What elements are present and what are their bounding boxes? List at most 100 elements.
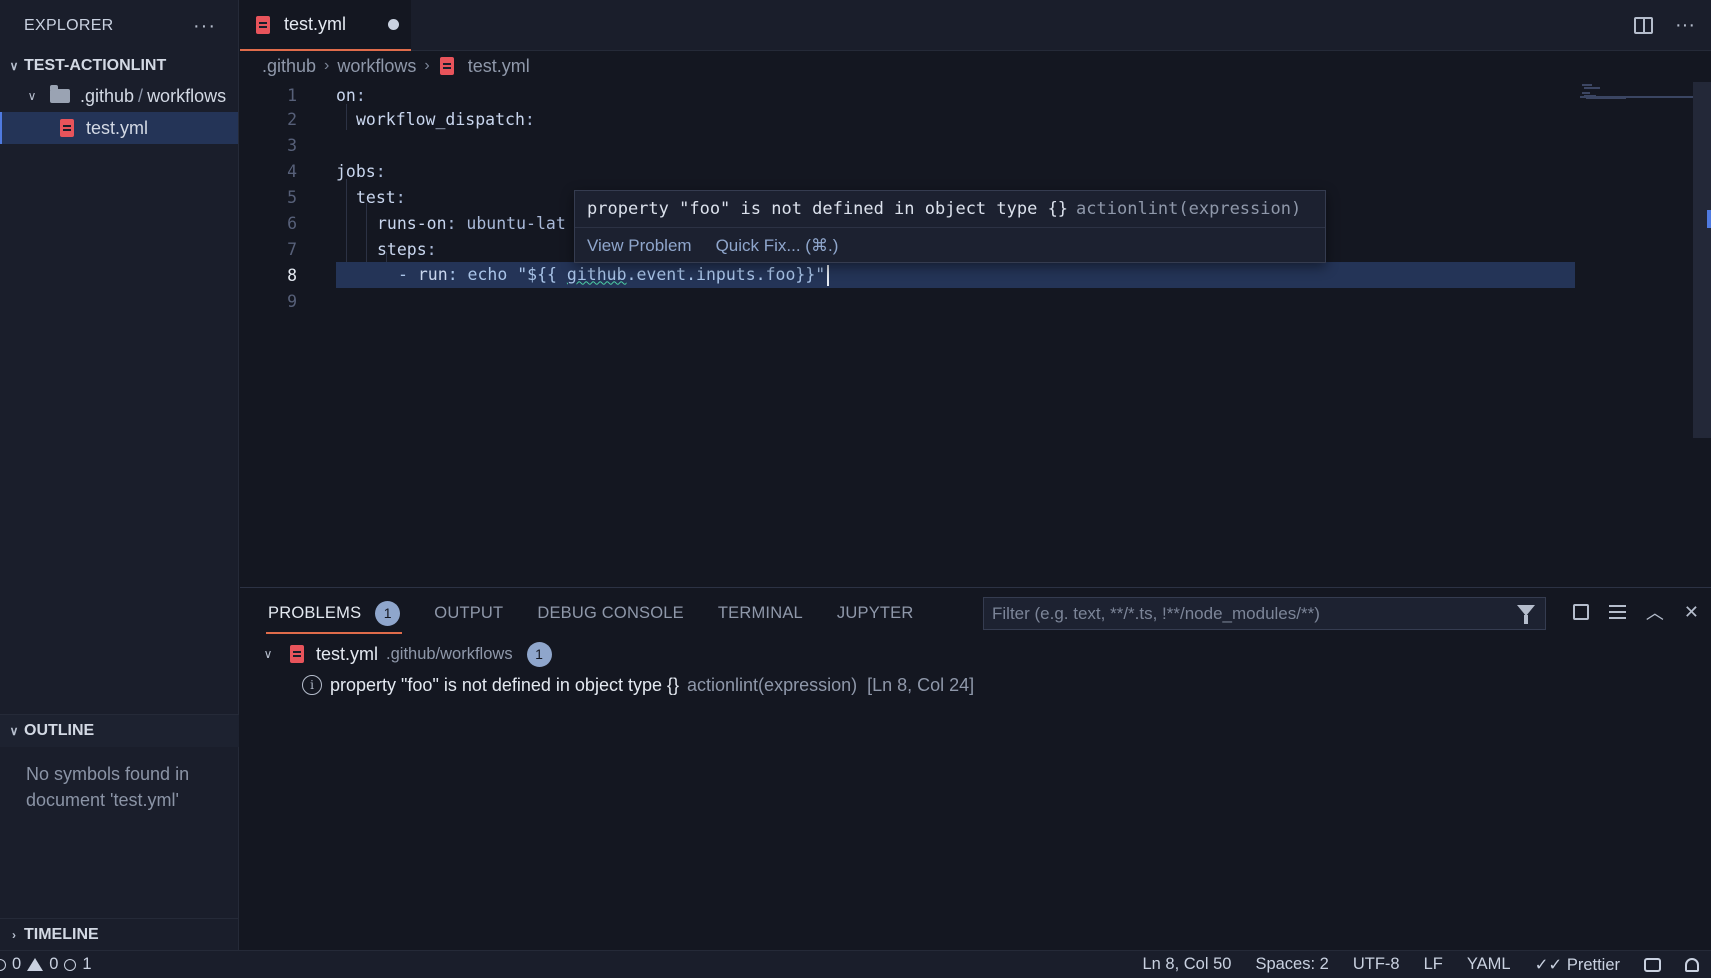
info-icon: i bbox=[302, 675, 322, 695]
folder-separator: / bbox=[138, 85, 144, 106]
explorer-header: EXPLORER ··· bbox=[0, 0, 238, 52]
editor-actions: ··· bbox=[1634, 14, 1695, 37]
minimap-current-line bbox=[1580, 96, 1693, 98]
code-line: 9 bbox=[240, 288, 1575, 314]
code-editor[interactable]: 1 on: 2 workflow_dispatch: 3 4 jobs: 5 t… bbox=[240, 80, 1660, 580]
breadcrumb-item[interactable]: .github bbox=[262, 56, 316, 77]
line-number: 1 bbox=[287, 85, 297, 105]
tab-label: test.yml bbox=[284, 14, 347, 34]
cursor-position[interactable]: Ln 8, Col 50 bbox=[1142, 955, 1231, 974]
file-yaml-icon bbox=[256, 15, 270, 34]
split-editor-icon[interactable] bbox=[1634, 17, 1654, 34]
info-icon bbox=[64, 958, 77, 971]
tab-problems-label: PROBLEMS bbox=[268, 603, 362, 622]
code-line: 4 jobs: bbox=[240, 158, 1575, 184]
workspace-name: TEST-ACTIONLINT bbox=[24, 57, 167, 74]
code-text: : bbox=[375, 161, 386, 181]
line-number: 3 bbox=[287, 135, 297, 155]
outline-title: OUTLINE bbox=[24, 722, 95, 739]
status-bar: 0 0 1 Ln 8, Col 50 Spaces: 2 UTF-8 LF YA… bbox=[0, 950, 1711, 978]
error-count: 0 bbox=[12, 955, 22, 973]
prettier-status[interactable]: ✓✓ Prettier bbox=[1535, 955, 1620, 975]
problem-message: property "foo" is not defined in object … bbox=[330, 674, 680, 695]
line-number: 7 bbox=[287, 239, 297, 259]
timeline-header[interactable]: › TIMELINE bbox=[0, 919, 239, 951]
end-of-line[interactable]: LF bbox=[1424, 955, 1443, 974]
problem-file-row[interactable]: ∨ test.yml .github/workflows 1 bbox=[258, 640, 552, 668]
explorer-title: EXPLORER bbox=[24, 17, 114, 34]
code-key: test bbox=[356, 187, 396, 207]
close-icon[interactable]: ✕ bbox=[1684, 602, 1699, 623]
maximize-panel-icon[interactable]: ︿ bbox=[1646, 599, 1664, 625]
breadcrumb-item[interactable]: test.yml bbox=[468, 56, 530, 77]
code-line-current: 8 - run: echo "${{ github.event.inputs.f… bbox=[240, 262, 1575, 288]
view-as-list-icon[interactable] bbox=[1608, 605, 1626, 619]
feedback-icon[interactable] bbox=[1644, 957, 1661, 972]
chevron-down-icon: ∨ bbox=[9, 724, 19, 738]
code-text: : echo "${{ bbox=[447, 264, 567, 284]
code-line: 1 on: bbox=[240, 82, 1575, 108]
file-label: test.yml bbox=[86, 117, 149, 138]
minimap[interactable] bbox=[1582, 82, 1692, 104]
encoding[interactable]: UTF-8 bbox=[1353, 955, 1400, 974]
line-number: 4 bbox=[287, 161, 297, 181]
code-text: : bbox=[426, 239, 437, 259]
outline-empty-message: No symbols found in document 'test.yml' bbox=[26, 764, 190, 810]
status-right: Ln 8, Col 50 Spaces: 2 UTF-8 LF YAML ✓✓ … bbox=[1142, 955, 1699, 975]
hover-message-row: property "foo" is not defined in object … bbox=[575, 191, 1325, 228]
tab-jupyter[interactable]: JUPYTER bbox=[837, 596, 914, 630]
code-line: 3 bbox=[240, 132, 1575, 158]
code-text: : bbox=[524, 109, 535, 129]
code-dash: - bbox=[398, 264, 418, 284]
panel-actions: ︿ ✕ bbox=[1572, 599, 1699, 625]
tree-item-folder[interactable]: ∨ .github / workflows bbox=[0, 80, 238, 112]
code-key: runs-on bbox=[377, 213, 447, 233]
hover-actions: View Problem Quick Fix... (⌘.) bbox=[575, 228, 1325, 263]
tab-terminal-label: TERMINAL bbox=[717, 603, 803, 622]
chevron-right-icon: › bbox=[324, 57, 330, 74]
diagnostic-squiggle[interactable]: github bbox=[567, 265, 627, 284]
problems-filter-input[interactable]: Filter (e.g. text, **/*.ts, !**/node_mod… bbox=[983, 597, 1546, 630]
warning-count: 0 bbox=[49, 955, 59, 973]
quick-fix-link[interactable]: Quick Fix... (⌘.) bbox=[716, 236, 839, 256]
code-text: .event.inputs.foo}}" bbox=[626, 264, 826, 284]
indentation[interactable]: Spaces: 2 bbox=[1255, 955, 1328, 974]
breadcrumb-item[interactable]: workflows bbox=[337, 56, 416, 77]
unsaved-dot-icon[interactable] bbox=[388, 19, 399, 30]
text-cursor bbox=[827, 264, 830, 286]
problem-file-count-badge: 1 bbox=[526, 641, 552, 667]
tab-problems[interactable]: PROBLEMS 1 bbox=[265, 596, 403, 634]
line-number: 6 bbox=[287, 213, 297, 233]
view-problem-link[interactable]: View Problem bbox=[587, 236, 692, 256]
problem-item[interactable]: i property "foo" is not defined in objec… bbox=[302, 670, 974, 700]
line-number: 5 bbox=[287, 187, 297, 207]
panel-tabs: PROBLEMS 1 OUTPUT DEBUG CONSOLE TERMINAL… bbox=[265, 596, 914, 634]
outline-section: ∨ OUTLINE No symbols found in document '… bbox=[0, 714, 239, 827]
editor-tab-bar: test.yml ··· bbox=[240, 0, 1711, 51]
code-key: jobs bbox=[336, 161, 376, 181]
problem-location: [Ln 8, Col 24] bbox=[867, 674, 975, 695]
problem-source: actionlint(expression) bbox=[687, 674, 858, 695]
problem-file-name: test.yml bbox=[316, 643, 379, 664]
breadcrumb: .github › workflows › test.yml bbox=[262, 53, 530, 79]
tree-item-file[interactable]: test.yml bbox=[0, 112, 238, 144]
workspace-section-header[interactable]: ∨ TEST-ACTIONLINT bbox=[0, 52, 238, 80]
scrollbar-cursor-marker bbox=[1707, 210, 1711, 228]
chevron-down-icon: ∨ bbox=[27, 89, 37, 103]
outline-header[interactable]: ∨ OUTLINE bbox=[0, 715, 239, 747]
more-actions-icon[interactable]: ··· bbox=[1675, 14, 1695, 37]
bell-icon[interactable] bbox=[1685, 957, 1699, 972]
tab-terminal[interactable]: TERMINAL bbox=[718, 596, 803, 630]
tab-test-yml[interactable]: test.yml bbox=[240, 0, 411, 51]
editor-scrollbar[interactable] bbox=[1693, 82, 1711, 438]
language-mode[interactable]: YAML bbox=[1467, 955, 1511, 974]
more-actions-icon[interactable]: ··· bbox=[193, 15, 216, 38]
tab-output[interactable]: OUTPUT bbox=[434, 596, 503, 630]
tab-debug-console[interactable]: DEBUG CONSOLE bbox=[537, 596, 684, 630]
collapse-all-icon[interactable] bbox=[1572, 604, 1589, 620]
problem-file-path: .github/workflows bbox=[386, 644, 513, 663]
filter-icon[interactable] bbox=[1517, 605, 1535, 624]
problems-status[interactable]: 0 0 1 bbox=[0, 955, 92, 974]
filter-placeholder: Filter (e.g. text, **/*.ts, !**/node_mod… bbox=[992, 603, 1320, 623]
info-count: 1 bbox=[82, 955, 92, 973]
